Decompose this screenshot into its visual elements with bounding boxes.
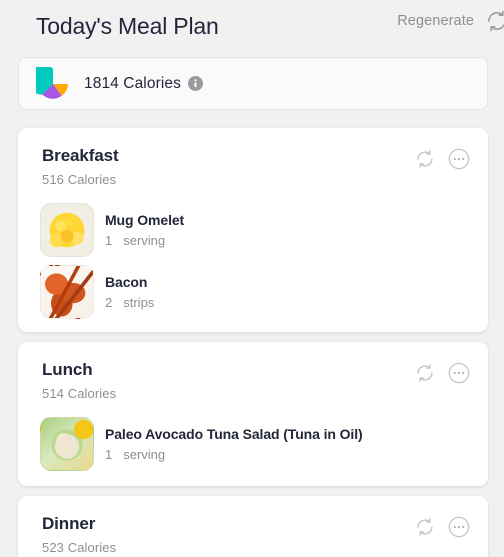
meal-card-dinner: Dinner 523 Calories [18, 496, 488, 557]
total-calories-label: 1814 Calories [84, 74, 181, 92]
meal-actions [414, 362, 470, 384]
food-info: Bacon 2 strips [105, 274, 154, 310]
meal-header: Lunch 514 Calories [18, 342, 488, 401]
meal-actions [414, 148, 470, 170]
food-name: Paleo Avocado Tuna Salad (Tuna in Oil) [105, 426, 363, 442]
pie-chart-icon [36, 66, 70, 101]
food-quantity: 1 serving [105, 447, 363, 462]
more-options-icon[interactable] [448, 148, 470, 170]
food-info: Paleo Avocado Tuna Salad (Tuna in Oil) 1… [105, 426, 363, 462]
calories-summary-card[interactable]: 1814 Calories [18, 57, 488, 110]
calories-row: 1814 Calories [84, 75, 203, 93]
food-list: Mug Omelet 1 serving Bacon 2 strips [18, 199, 488, 323]
meal-header: Breakfast 516 Calories [18, 128, 488, 187]
meal-card-lunch: Lunch 514 Calories Paleo Avocado Tuna Sa… [18, 342, 488, 486]
food-info: Mug Omelet 1 serving [105, 212, 184, 248]
quantity-unit: strips [123, 295, 155, 310]
meal-calories: 523 Calories [42, 540, 117, 555]
list-item[interactable]: Mug Omelet 1 serving [18, 199, 488, 261]
meal-actions [414, 516, 470, 538]
refresh-icon[interactable] [484, 8, 504, 34]
food-thumbnail [40, 203, 94, 257]
food-thumbnail [40, 265, 94, 319]
regenerate-label: Regenerate [397, 13, 474, 29]
refresh-icon[interactable] [414, 516, 436, 538]
regenerate-control[interactable]: Regenerate [397, 8, 504, 34]
more-options-icon[interactable] [448, 362, 470, 384]
quantity-amount: 2 [105, 295, 113, 310]
list-item[interactable]: Bacon 2 strips [18, 261, 488, 323]
quantity-unit: serving [123, 447, 166, 462]
page-title: Today's Meal Plan [36, 12, 219, 39]
info-icon[interactable] [181, 76, 203, 91]
refresh-icon[interactable] [414, 362, 436, 384]
food-quantity: 2 strips [105, 295, 154, 310]
meal-calories: 516 Calories [42, 172, 117, 187]
list-item[interactable]: Paleo Avocado Tuna Salad (Tuna in Oil) 1… [18, 413, 488, 475]
quantity-amount: 1 [105, 233, 113, 248]
page-header: Today's Meal Plan Regenerate [0, 0, 504, 52]
food-name: Bacon [105, 274, 148, 290]
food-quantity: 1 serving [105, 233, 184, 248]
meal-header: Dinner 523 Calories [18, 496, 488, 555]
refresh-icon[interactable] [414, 148, 436, 170]
food-list: Paleo Avocado Tuna Salad (Tuna in Oil) 1… [18, 413, 488, 475]
meal-calories: 514 Calories [42, 386, 117, 401]
food-thumbnail [40, 417, 94, 471]
meal-card-breakfast: Breakfast 516 Calories Mug Omelet 1 serv… [18, 128, 488, 332]
more-options-icon[interactable] [448, 516, 470, 538]
food-name: Mug Omelet [105, 212, 185, 228]
quantity-unit: serving [123, 233, 166, 248]
meal-plan-screen: Today's Meal Plan Regenerate 1814 Calori… [0, 0, 504, 557]
quantity-amount: 1 [105, 447, 113, 462]
